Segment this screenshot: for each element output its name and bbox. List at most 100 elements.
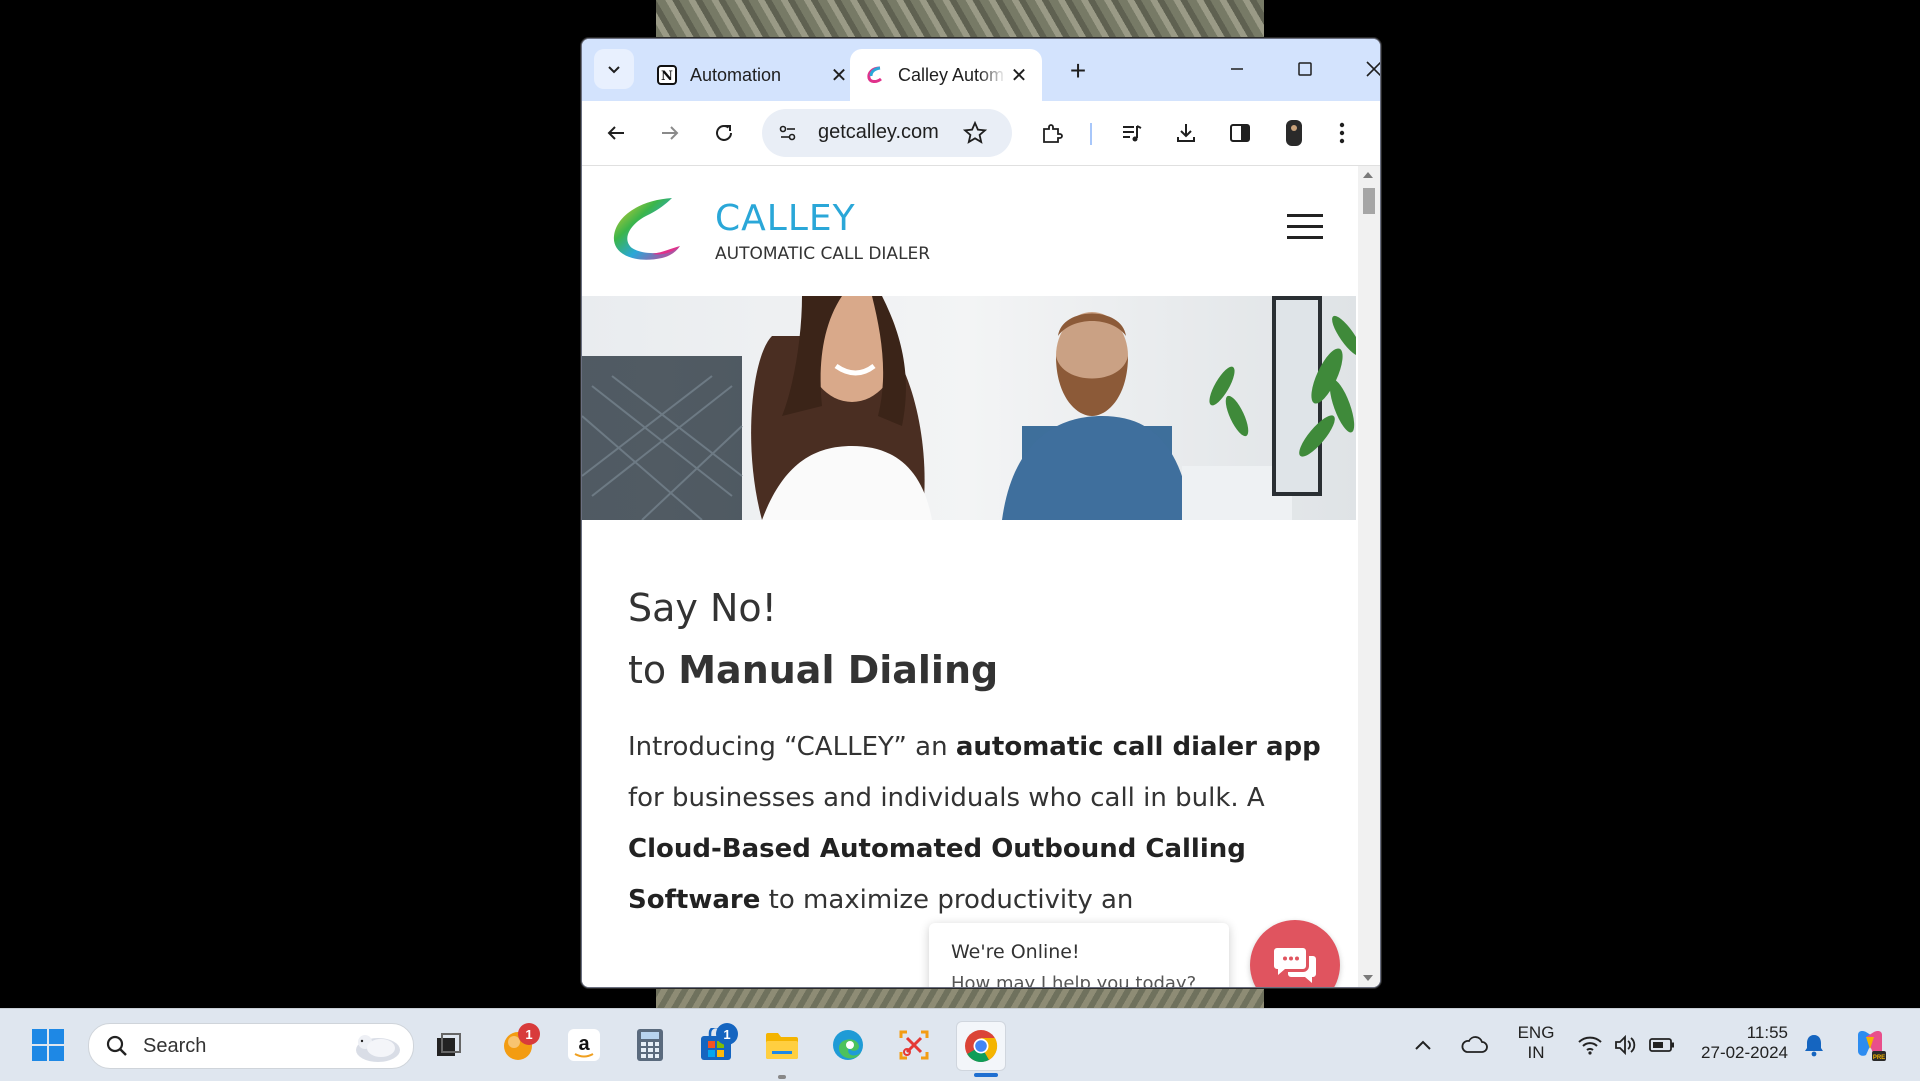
polar-bear-highlight-icon (356, 1035, 400, 1062)
media-control-button[interactable] (1112, 113, 1152, 153)
music-queue-icon (1123, 125, 1142, 142)
maximize-button[interactable] (1277, 47, 1333, 91)
scrollbar-thumb[interactable] (1363, 188, 1375, 214)
side-panel-button[interactable] (1220, 113, 1260, 153)
url-text: getcalley.com (818, 121, 939, 143)
site-info-icon (779, 125, 796, 141)
active-app-indicator (974, 1073, 998, 1077)
puzzle-icon (1043, 124, 1063, 143)
browser-menu-button[interactable] (1322, 113, 1362, 153)
clock-time: 11:55 (1746, 1023, 1788, 1042)
battery-button[interactable] (1644, 1021, 1680, 1069)
hero-text: Say No! to Manual Dialing Introducing “C… (628, 586, 1328, 926)
toolbar-divider (1090, 123, 1092, 145)
bell-icon (1805, 1035, 1823, 1057)
chat-greeting-bubble[interactable]: We're Online! How may I help you today? (929, 923, 1229, 987)
forward-button[interactable] (650, 113, 690, 153)
tab-search-dropdown[interactable] (594, 49, 634, 89)
chat-line-help: How may I help you today? (951, 973, 1197, 987)
taskbar-amazon[interactable]: a (560, 1021, 608, 1069)
wifi-icon (1578, 1036, 1602, 1055)
forward-arrow-icon (662, 126, 679, 140)
show-hidden-icons-button[interactable] (1406, 1021, 1440, 1069)
taskbar-edge[interactable] (824, 1021, 872, 1069)
chat-line-online: We're Online! (951, 941, 1080, 963)
windows-taskbar: Search 1 a 1 ENG IN 11:55 27-02-2024 PRE (0, 1008, 1920, 1081)
close-icon (1366, 61, 1380, 77)
calley-logo[interactable] (610, 194, 686, 266)
brand-name: CALLEY (715, 198, 856, 239)
language-indicator[interactable]: ENG IN (1508, 1023, 1564, 1063)
task-view-button[interactable] (424, 1021, 472, 1069)
bookmark-star-icon[interactable] (963, 121, 987, 145)
notification-badge: 1 (518, 1023, 540, 1045)
calley-icon (864, 64, 886, 86)
page-viewport: CALLEY AUTOMATIC CALL DIALER Say No! to … (582, 166, 1356, 987)
search-icon (106, 1035, 127, 1056)
tab-title: Automation (690, 64, 782, 85)
minimize-icon (1231, 68, 1243, 70)
tab-close-icon[interactable]: ✕ (1006, 62, 1032, 88)
tab-calley[interactable]: Calley Autom ✕ (850, 49, 1042, 101)
copilot-icon: PRE (1858, 1031, 1886, 1061)
battery-icon (1649, 1038, 1674, 1052)
page-scrollbar[interactable] (1358, 166, 1380, 987)
tab-title: Calley Autom (898, 64, 1005, 85)
clock-date: 27-02-2024 (1701, 1043, 1788, 1062)
tab-close-icon[interactable]: ✕ (826, 62, 852, 88)
chat-launcher-button[interactable] (1250, 920, 1340, 987)
taskbar-file-explorer[interactable] (758, 1021, 806, 1069)
tab-strip: N Automation ✕ Calley Autom ✕ + (582, 39, 1380, 101)
windows-logo-icon (32, 1029, 64, 1061)
svg-text:a: a (578, 1033, 590, 1055)
cloud-icon (1461, 1036, 1488, 1053)
extensions-button[interactable] (1032, 113, 1072, 153)
downloads-button[interactable] (1166, 113, 1206, 153)
calculator-icon (637, 1029, 663, 1061)
profile-button[interactable] (1274, 113, 1314, 153)
tab-automation[interactable]: N Automation ✕ (642, 49, 862, 101)
notifications-button[interactable] (1796, 1021, 1832, 1069)
close-window-button[interactable] (1346, 47, 1380, 91)
notion-icon: N (656, 64, 678, 86)
scroll-up-arrow-icon[interactable] (1363, 172, 1373, 178)
chevron-down-icon (608, 66, 620, 74)
copilot-button[interactable]: PRE (1846, 1021, 1894, 1069)
download-icon (1177, 124, 1195, 142)
svg-text:PRE: PRE (1873, 1055, 1885, 1061)
scroll-down-arrow-icon[interactable] (1363, 975, 1373, 981)
taskbar-calculator[interactable] (626, 1021, 674, 1069)
taskbar-ms-store[interactable]: 1 (692, 1021, 740, 1069)
running-indicator (778, 1075, 786, 1079)
region-code: IN (1527, 1043, 1545, 1062)
taskbar-chrome[interactable] (956, 1021, 1006, 1071)
hamburger-menu-icon[interactable] (1287, 214, 1323, 242)
taskbar-snipping-tool[interactable] (890, 1021, 938, 1069)
taskbar-search-box[interactable]: Search (88, 1023, 414, 1069)
volume-button[interactable] (1608, 1021, 1644, 1069)
site-header: CALLEY AUTOMATIC CALL DIALER (582, 166, 1356, 296)
brand-tagline: AUTOMATIC CALL DIALER (715, 244, 931, 264)
hero-image (582, 296, 1356, 520)
address-bar[interactable]: getcalley.com (762, 109, 1012, 157)
clock[interactable]: 11:55 27-02-2024 (1694, 1023, 1788, 1063)
svg-text:N: N (661, 69, 673, 84)
task-view-icon (437, 1033, 461, 1056)
edge-icon (833, 1030, 863, 1060)
language-code: ENG (1517, 1023, 1555, 1042)
intro-paragraph: Introducing “CALLEY” an automatic call d… (628, 732, 1321, 915)
reload-icon (716, 124, 732, 141)
new-tab-button[interactable]: + (1060, 53, 1096, 89)
reload-button[interactable] (704, 113, 744, 153)
back-button[interactable] (596, 113, 636, 153)
search-label: Search (143, 1035, 207, 1057)
taskbar-app-orange[interactable]: 1 (494, 1021, 542, 1069)
folder-icon (766, 1033, 798, 1059)
minimize-button[interactable] (1209, 47, 1265, 91)
snipping-tool-icon (899, 1030, 929, 1060)
headline-manual-dialing: to Manual Dialing (628, 648, 999, 692)
wifi-button[interactable] (1572, 1021, 1608, 1069)
start-button[interactable] (24, 1021, 72, 1069)
profile-avatar-icon (1286, 120, 1302, 146)
onedrive-button[interactable] (1454, 1021, 1494, 1069)
